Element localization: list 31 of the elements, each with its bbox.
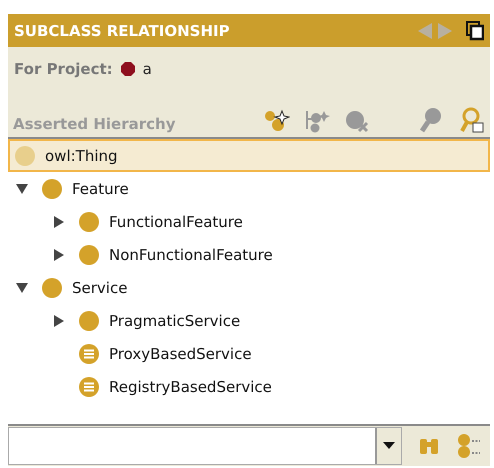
class-label: PragmaticService — [109, 312, 240, 330]
class-label: Feature — [72, 180, 129, 198]
tree-row[interactable]: PragmaticService — [8, 304, 490, 337]
windows-icon[interactable] — [466, 20, 484, 40]
expand-arrow-icon[interactable] — [53, 248, 65, 260]
class-label: NonFunctionalFeature — [109, 246, 273, 264]
class-label: ProxyBasedService — [109, 344, 252, 362]
tree-row[interactable]: Service — [8, 271, 490, 304]
octagon-icon — [120, 62, 135, 76]
class-label: RegistryBasedService — [109, 378, 272, 396]
class-list-icon[interactable] — [456, 433, 482, 459]
tree-row[interactable]: FunctionalFeature — [8, 205, 490, 238]
tree-row[interactable]: Feature — [8, 172, 490, 205]
tree-row[interactable]: owl:Thing — [8, 139, 490, 172]
project-name: a — [142, 60, 152, 78]
collapse-arrow-icon[interactable] — [16, 182, 28, 194]
dropdown-caret-icon[interactable] — [383, 442, 395, 450]
create-class-icon[interactable] — [264, 109, 290, 133]
class-label: Service — [72, 278, 128, 296]
tree-row[interactable]: RegistryBasedService — [8, 370, 490, 403]
class-label: FunctionalFeature — [109, 212, 243, 230]
search-field[interactable] — [8, 427, 402, 465]
expand-arrow-icon[interactable] — [53, 314, 65, 326]
class-label: owl:Thing — [45, 146, 118, 164]
tree-row[interactable]: ProxyBasedService — [8, 337, 490, 370]
panel-title: SUBCLASS RELATIONSHIP — [14, 22, 231, 40]
expand-arrow-icon[interactable] — [53, 216, 65, 228]
collapse-arrow-icon[interactable] — [16, 282, 28, 294]
tree-row[interactable]: NonFunctionalFeature — [8, 238, 490, 271]
project-label: For Project: — [14, 60, 113, 78]
hierarchy-title: Asserted Hierarchy — [13, 115, 176, 133]
